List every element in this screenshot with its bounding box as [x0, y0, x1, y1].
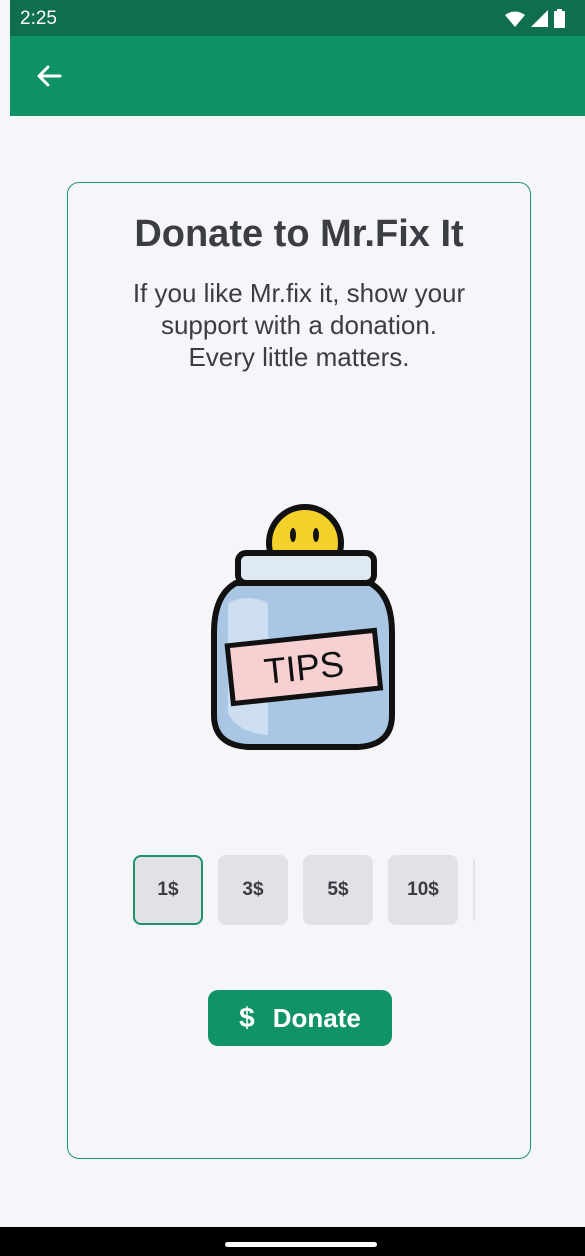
dollar-icon: $: [239, 1002, 255, 1033]
signal-icon: [531, 10, 548, 27]
amount-option-5[interactable]: 5$: [303, 855, 373, 925]
app-bar: [10, 36, 585, 116]
navigation-bar: [0, 1227, 585, 1256]
tips-jar-illustration: TIPS: [211, 504, 395, 750]
donation-card: Donate to Mr.Fix It If you like Mr.fix i…: [67, 182, 531, 1159]
arrow-left-icon[interactable]: [35, 62, 63, 90]
battery-icon: [554, 9, 565, 28]
home-gesture-handle[interactable]: [225, 1242, 377, 1247]
jar-label-text: TIPS: [262, 643, 346, 692]
amount-selector: 1$ 3$ 5$ 10$: [132, 855, 475, 927]
amount-option-more[interactable]: [473, 855, 475, 925]
status-bar: 2:25: [10, 0, 585, 36]
amount-option-10[interactable]: 10$: [388, 855, 458, 925]
donate-label: Donate: [272, 1002, 361, 1033]
status-time: 2:25: [20, 8, 57, 29]
wifi-icon: [505, 11, 525, 27]
donate-button[interactable]: $ Donate: [208, 990, 392, 1046]
status-icons: [505, 9, 565, 28]
amount-option-3[interactable]: 3$: [218, 855, 288, 925]
donation-message: If you like Mr.fix it, show your support…: [132, 278, 466, 372]
page-title: Donate to Mr.Fix It: [134, 213, 464, 255]
amount-option-1[interactable]: 1$: [133, 855, 203, 925]
